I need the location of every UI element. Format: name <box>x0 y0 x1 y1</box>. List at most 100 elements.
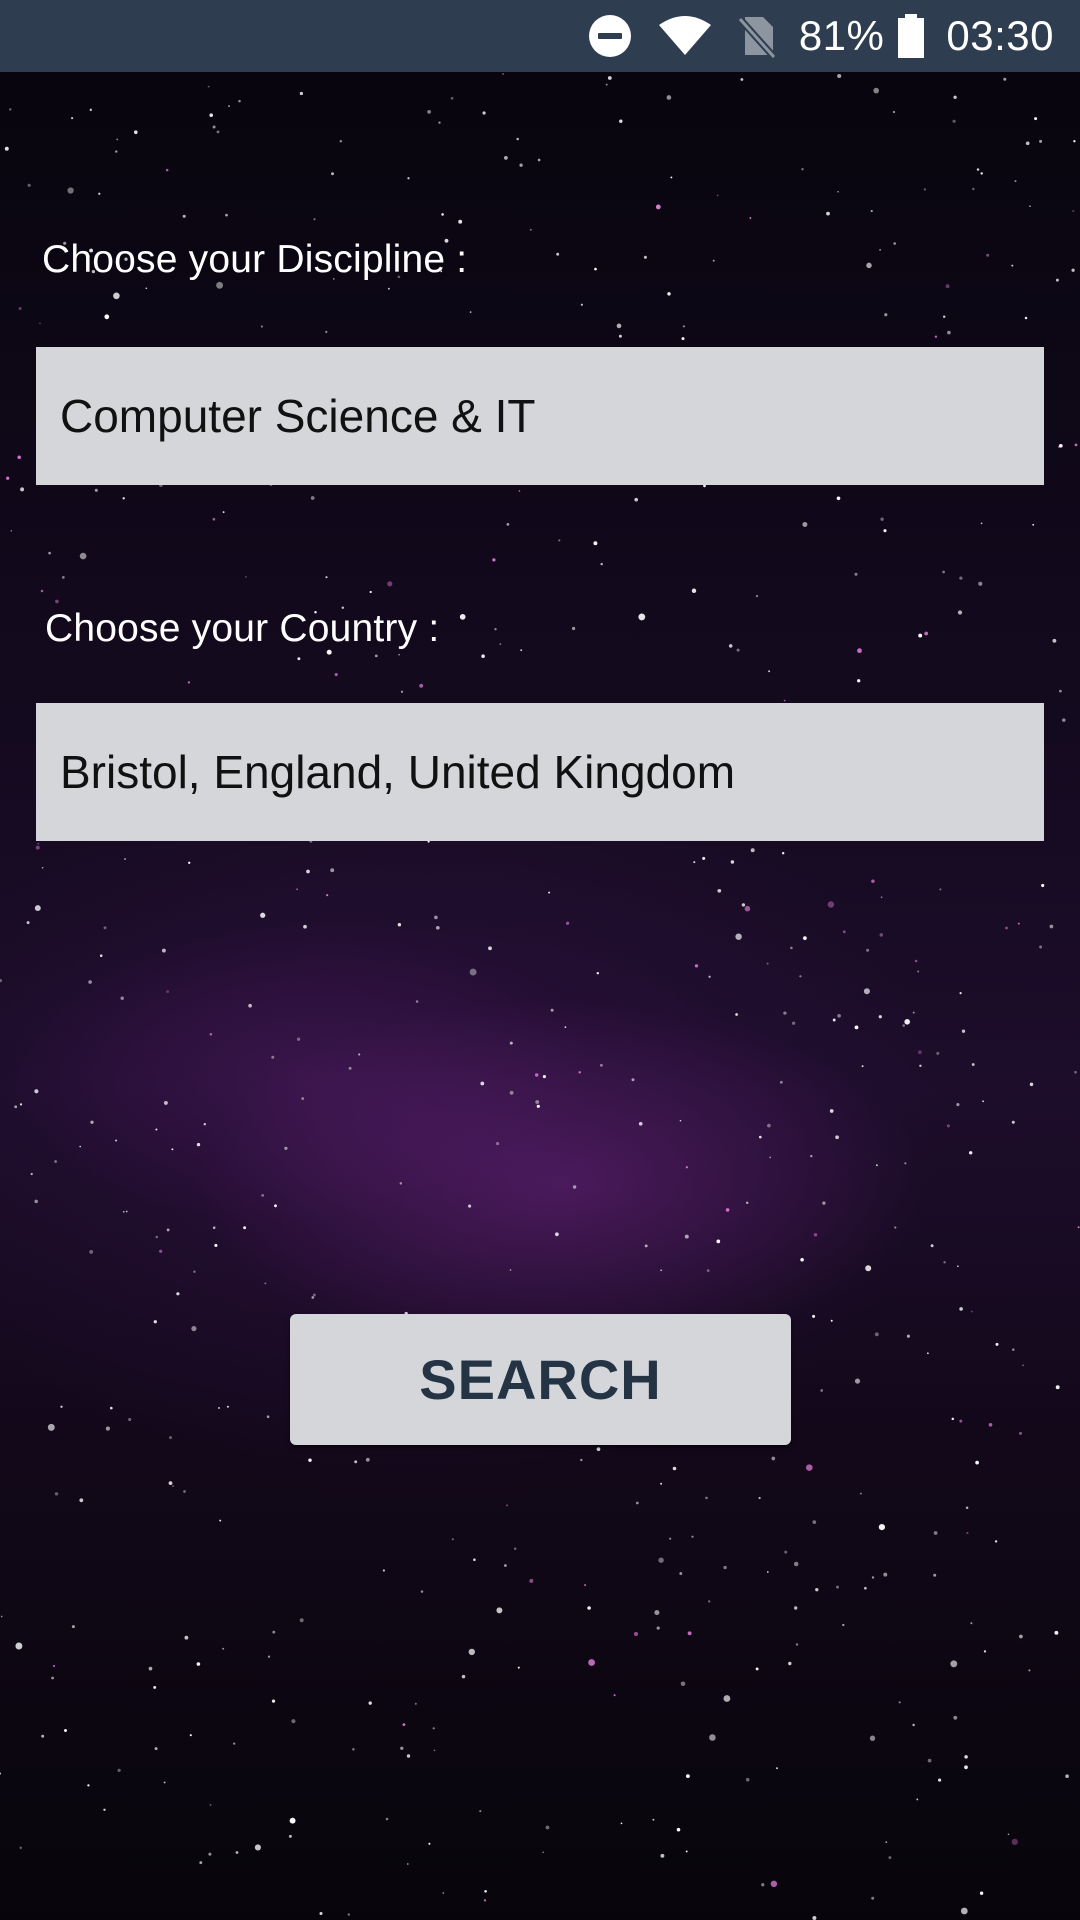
star <box>970 1310 973 1313</box>
star <box>685 1166 689 1169</box>
star <box>51 1676 54 1680</box>
discipline-value: Computer Science & IT <box>60 390 536 442</box>
star <box>61 575 65 579</box>
star <box>660 1482 663 1485</box>
star <box>506 1504 509 1507</box>
star <box>594 267 597 271</box>
star <box>122 497 125 500</box>
star <box>691 1535 694 1538</box>
star <box>939 888 942 891</box>
star <box>534 1073 539 1077</box>
search-button[interactable]: SEARCH <box>290 1314 791 1445</box>
star <box>994 1540 998 1543</box>
star <box>509 1041 513 1045</box>
star <box>212 125 216 129</box>
star <box>600 562 603 566</box>
star <box>951 1417 955 1421</box>
star <box>492 558 496 562</box>
star <box>555 1232 559 1237</box>
star <box>741 903 746 907</box>
star <box>172 1485 174 1487</box>
star <box>196 1142 201 1147</box>
star <box>978 581 983 586</box>
star <box>1007 1833 1010 1836</box>
star <box>419 683 424 688</box>
country-select[interactable]: Bristol, England, United Kingdom <box>36 703 1044 841</box>
star <box>288 1834 292 1838</box>
star <box>17 455 21 460</box>
discipline-select[interactable]: Computer Science & IT <box>36 347 1044 485</box>
star <box>19 1846 22 1849</box>
star <box>479 1810 482 1813</box>
star <box>912 1011 915 1014</box>
star <box>730 860 735 864</box>
star <box>933 1531 938 1535</box>
star <box>634 497 638 502</box>
star <box>1065 1774 1069 1778</box>
star <box>299 1618 304 1623</box>
star <box>802 522 808 527</box>
star <box>959 992 962 995</box>
star <box>347 1913 350 1916</box>
star <box>749 217 752 219</box>
star <box>548 891 551 894</box>
star <box>27 183 31 187</box>
star <box>313 218 316 221</box>
star <box>923 188 927 191</box>
star <box>274 1204 277 1208</box>
star <box>979 1891 984 1895</box>
star <box>535 1100 540 1104</box>
star <box>842 1623 845 1627</box>
star <box>79 1145 82 1148</box>
star <box>880 517 884 521</box>
star <box>682 325 685 328</box>
star <box>906 1334 910 1338</box>
star <box>414 1702 417 1705</box>
star <box>87 1784 90 1787</box>
star <box>203 1123 206 1126</box>
star <box>596 972 599 975</box>
star <box>892 110 896 114</box>
star <box>513 1547 517 1550</box>
star <box>667 292 671 296</box>
star <box>619 119 623 123</box>
star <box>406 1863 409 1865</box>
star <box>519 163 523 167</box>
star <box>128 1417 132 1422</box>
star <box>89 1249 94 1254</box>
star <box>670 176 673 179</box>
star <box>188 861 191 864</box>
battery-percent: 81% <box>798 12 885 59</box>
star <box>225 213 228 217</box>
star <box>153 1685 157 1689</box>
star <box>266 1415 270 1418</box>
star <box>71 117 74 120</box>
star <box>656 1626 660 1630</box>
star <box>725 1208 730 1212</box>
star <box>638 613 646 621</box>
star <box>88 980 92 984</box>
star <box>228 105 230 108</box>
star <box>588 1659 595 1666</box>
star <box>39 322 41 325</box>
star <box>484 1889 487 1893</box>
star <box>755 1667 759 1671</box>
star <box>684 1234 689 1239</box>
star <box>580 303 583 306</box>
star <box>832 1018 836 1022</box>
star <box>1054 1630 1059 1635</box>
star <box>529 228 532 231</box>
star <box>473 1558 476 1561</box>
star <box>402 1723 406 1726</box>
star <box>769 1156 772 1159</box>
star <box>153 1320 157 1324</box>
star <box>842 930 846 934</box>
star <box>1058 443 1063 448</box>
star <box>15 1642 23 1650</box>
star <box>1022 1364 1025 1367</box>
star <box>124 858 126 860</box>
star <box>168 1481 173 1486</box>
star <box>209 113 213 117</box>
star <box>924 631 929 636</box>
star <box>163 1100 168 1105</box>
